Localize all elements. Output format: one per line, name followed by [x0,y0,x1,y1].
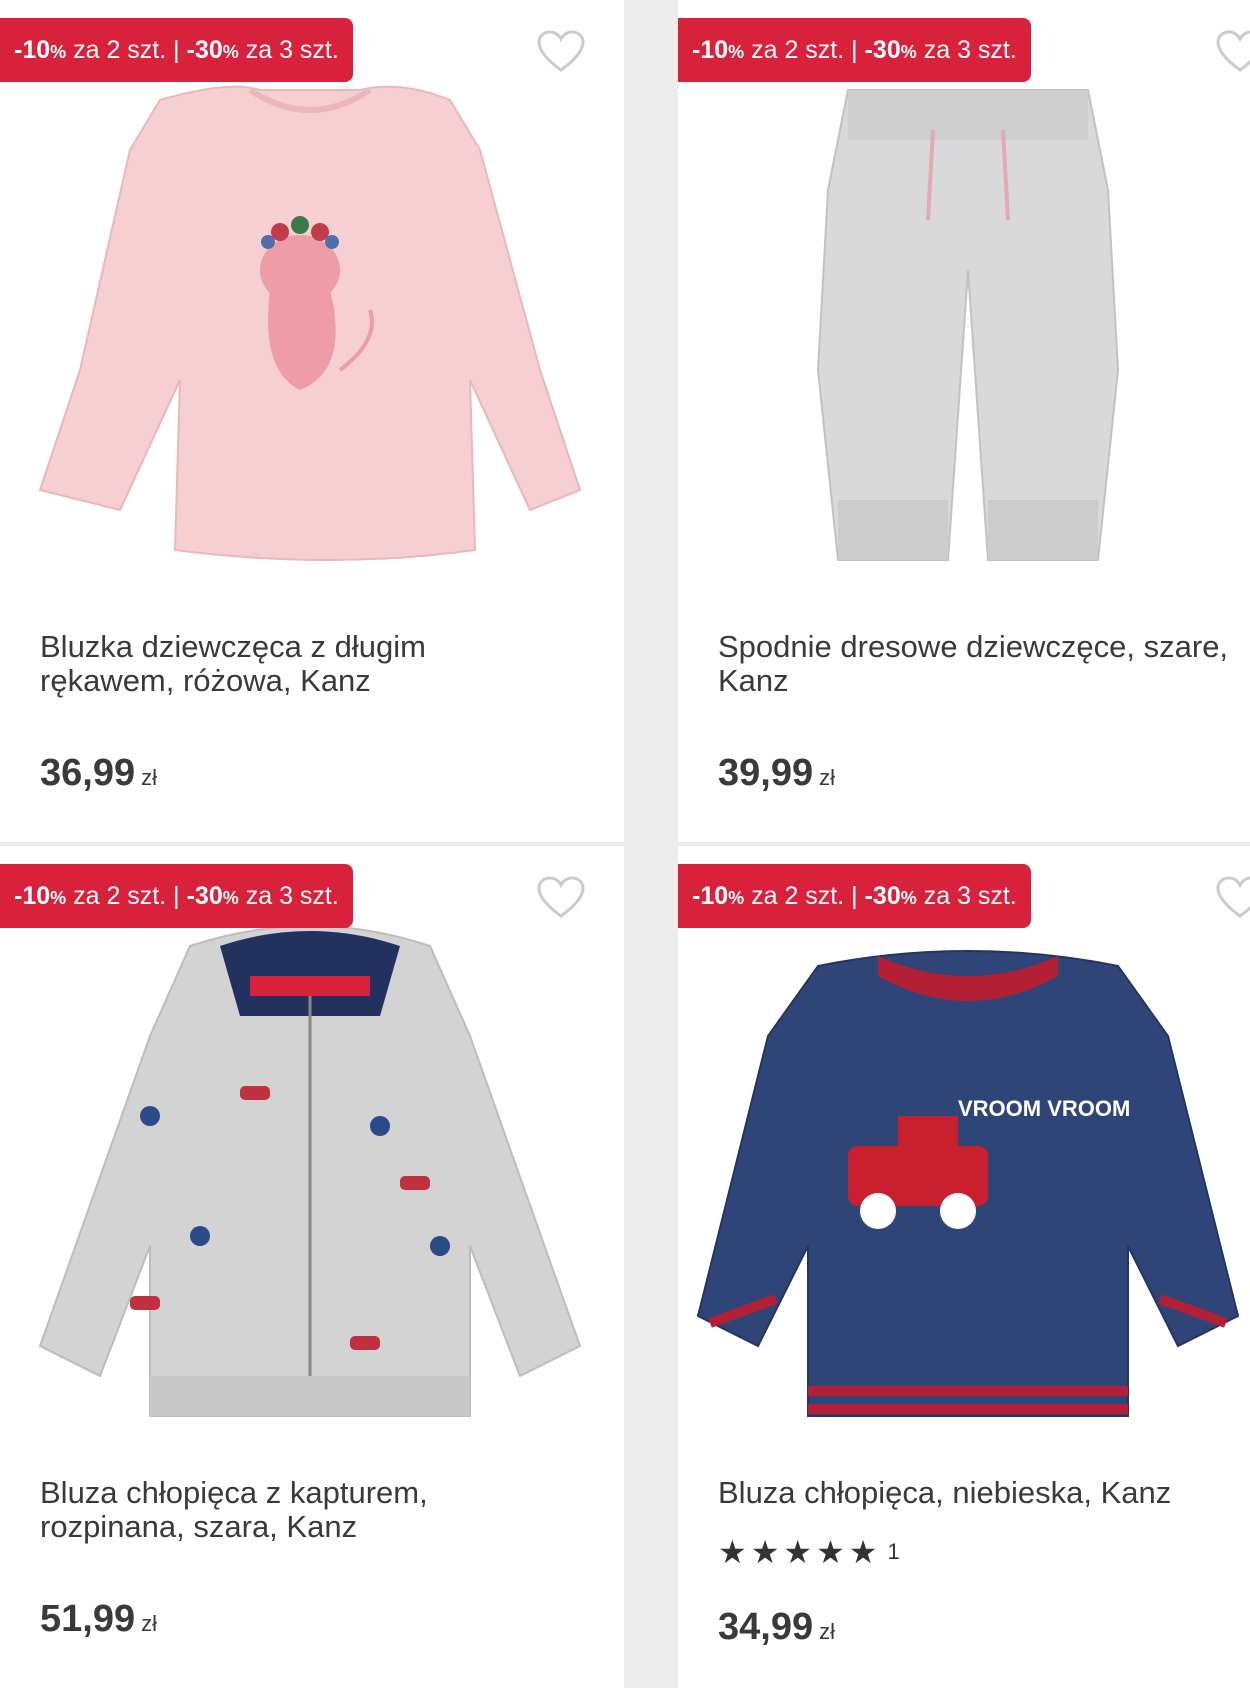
price-currency: zł [141,1611,157,1636]
promo-text-1: za 2 szt. [73,882,167,910]
product-card[interactable]: VROOM VROOM -10% za 2 szt. | -30% za 3 s… [678,846,1250,1688]
wishlist-heart-icon[interactable] [537,876,585,920]
price-value: 51,99 [40,1598,136,1640]
wishlist-heart-icon[interactable] [537,30,585,74]
promo-discount-2: -30 [186,36,223,64]
promo-discount-2: -30 [186,882,223,910]
product-image[interactable] [678,70,1250,590]
pink-longsleeve-shirt-image [38,85,582,561]
percent-sign: % [900,888,917,908]
wishlist-heart-icon[interactable] [1216,30,1250,74]
promo-discount-1: -10 [14,882,51,910]
navy-sweatshirt-image: VROOM VROOM [696,950,1240,1417]
product-title[interactable]: Bluzka dziewczęca z długim rękawem, różo… [40,630,560,698]
product-card[interactable]: -10% za 2 szt. | -30% za 3 szt. Bluza ch… [0,846,624,1688]
promo-text-1: za 2 szt. [73,36,167,64]
price-value: 36,99 [40,752,136,794]
price-value: 34,99 [718,1606,814,1648]
star-icon: ★ [783,1533,813,1571]
promo-discount-2: -30 [864,36,901,64]
promo-text-1: za 2 szt. [751,36,845,64]
percent-sign: % [222,42,239,62]
product-card[interactable]: -10% za 2 szt. | -30% za 3 szt. Spodnie … [678,0,1250,842]
product-image[interactable] [0,916,624,1436]
percent-sign: % [50,42,67,62]
product-grid: -10% za 2 szt. | -30% za 3 szt. Bluzka d… [0,0,1250,1688]
product-price: 39,99 zł [718,752,835,795]
promo-discount-2: -30 [864,882,901,910]
star-icon: ★ [750,1533,780,1571]
rating[interactable]: ★ ★ ★ ★ ★ 1 [718,1533,900,1571]
promo-badge: -10% za 2 szt. | -30% za 3 szt. [678,18,1031,82]
promo-text-2: za 3 szt. [923,882,1017,910]
product-price: 34,99 zł [718,1606,835,1649]
promo-text-2: za 3 szt. [245,882,339,910]
percent-sign: % [728,888,745,908]
promo-discount-1: -10 [14,36,51,64]
promo-separator: | [173,36,180,64]
product-image[interactable]: VROOM VROOM [678,916,1250,1436]
product-price: 36,99 zł [40,752,157,795]
promo-badge: -10% za 2 szt. | -30% za 3 szt. [678,864,1031,928]
price-value: 39,99 [718,752,814,794]
wishlist-heart-icon[interactable] [1216,876,1250,920]
percent-sign: % [900,42,917,62]
promo-text-1: za 2 szt. [751,882,845,910]
promo-separator: | [851,36,858,64]
promo-text-2: za 3 szt. [245,36,339,64]
rating-count: 1 [887,1539,900,1564]
product-title[interactable]: Spodnie dresowe dziewczęce, szare, Kanz [718,630,1238,698]
grey-sweatpants-image [816,89,1120,561]
percent-sign: % [728,42,745,62]
promo-separator: | [173,882,180,910]
product-price: 51,99 zł [40,1598,157,1641]
product-title[interactable]: Bluza chłopięca z kapturem, rozpinana, s… [40,1476,560,1544]
star-icon: ★ [816,1533,845,1571]
percent-sign: % [222,888,239,908]
price-currency: zł [819,1619,835,1644]
product-card[interactable]: -10% za 2 szt. | -30% za 3 szt. Bluzka d… [0,0,624,842]
percent-sign: % [50,888,67,908]
price-currency: zł [141,765,157,790]
promo-badge: -10% za 2 szt. | -30% za 3 szt. [0,864,353,928]
product-image[interactable] [0,70,624,590]
promo-text-2: za 3 szt. [923,36,1017,64]
star-icon: ★ [718,1533,747,1571]
promo-badge: -10% za 2 szt. | -30% za 3 szt. [0,18,353,82]
price-currency: zł [819,765,835,790]
promo-discount-1: -10 [692,882,729,910]
print-text: VROOM VROOM [958,1096,1130,1121]
star-icon: ★ [848,1533,878,1571]
promo-discount-1: -10 [692,36,729,64]
grey-hoodie-image [38,925,582,1417]
promo-separator: | [851,882,858,910]
product-title[interactable]: Bluza chłopięca, niebieska, Kanz [718,1476,1238,1510]
